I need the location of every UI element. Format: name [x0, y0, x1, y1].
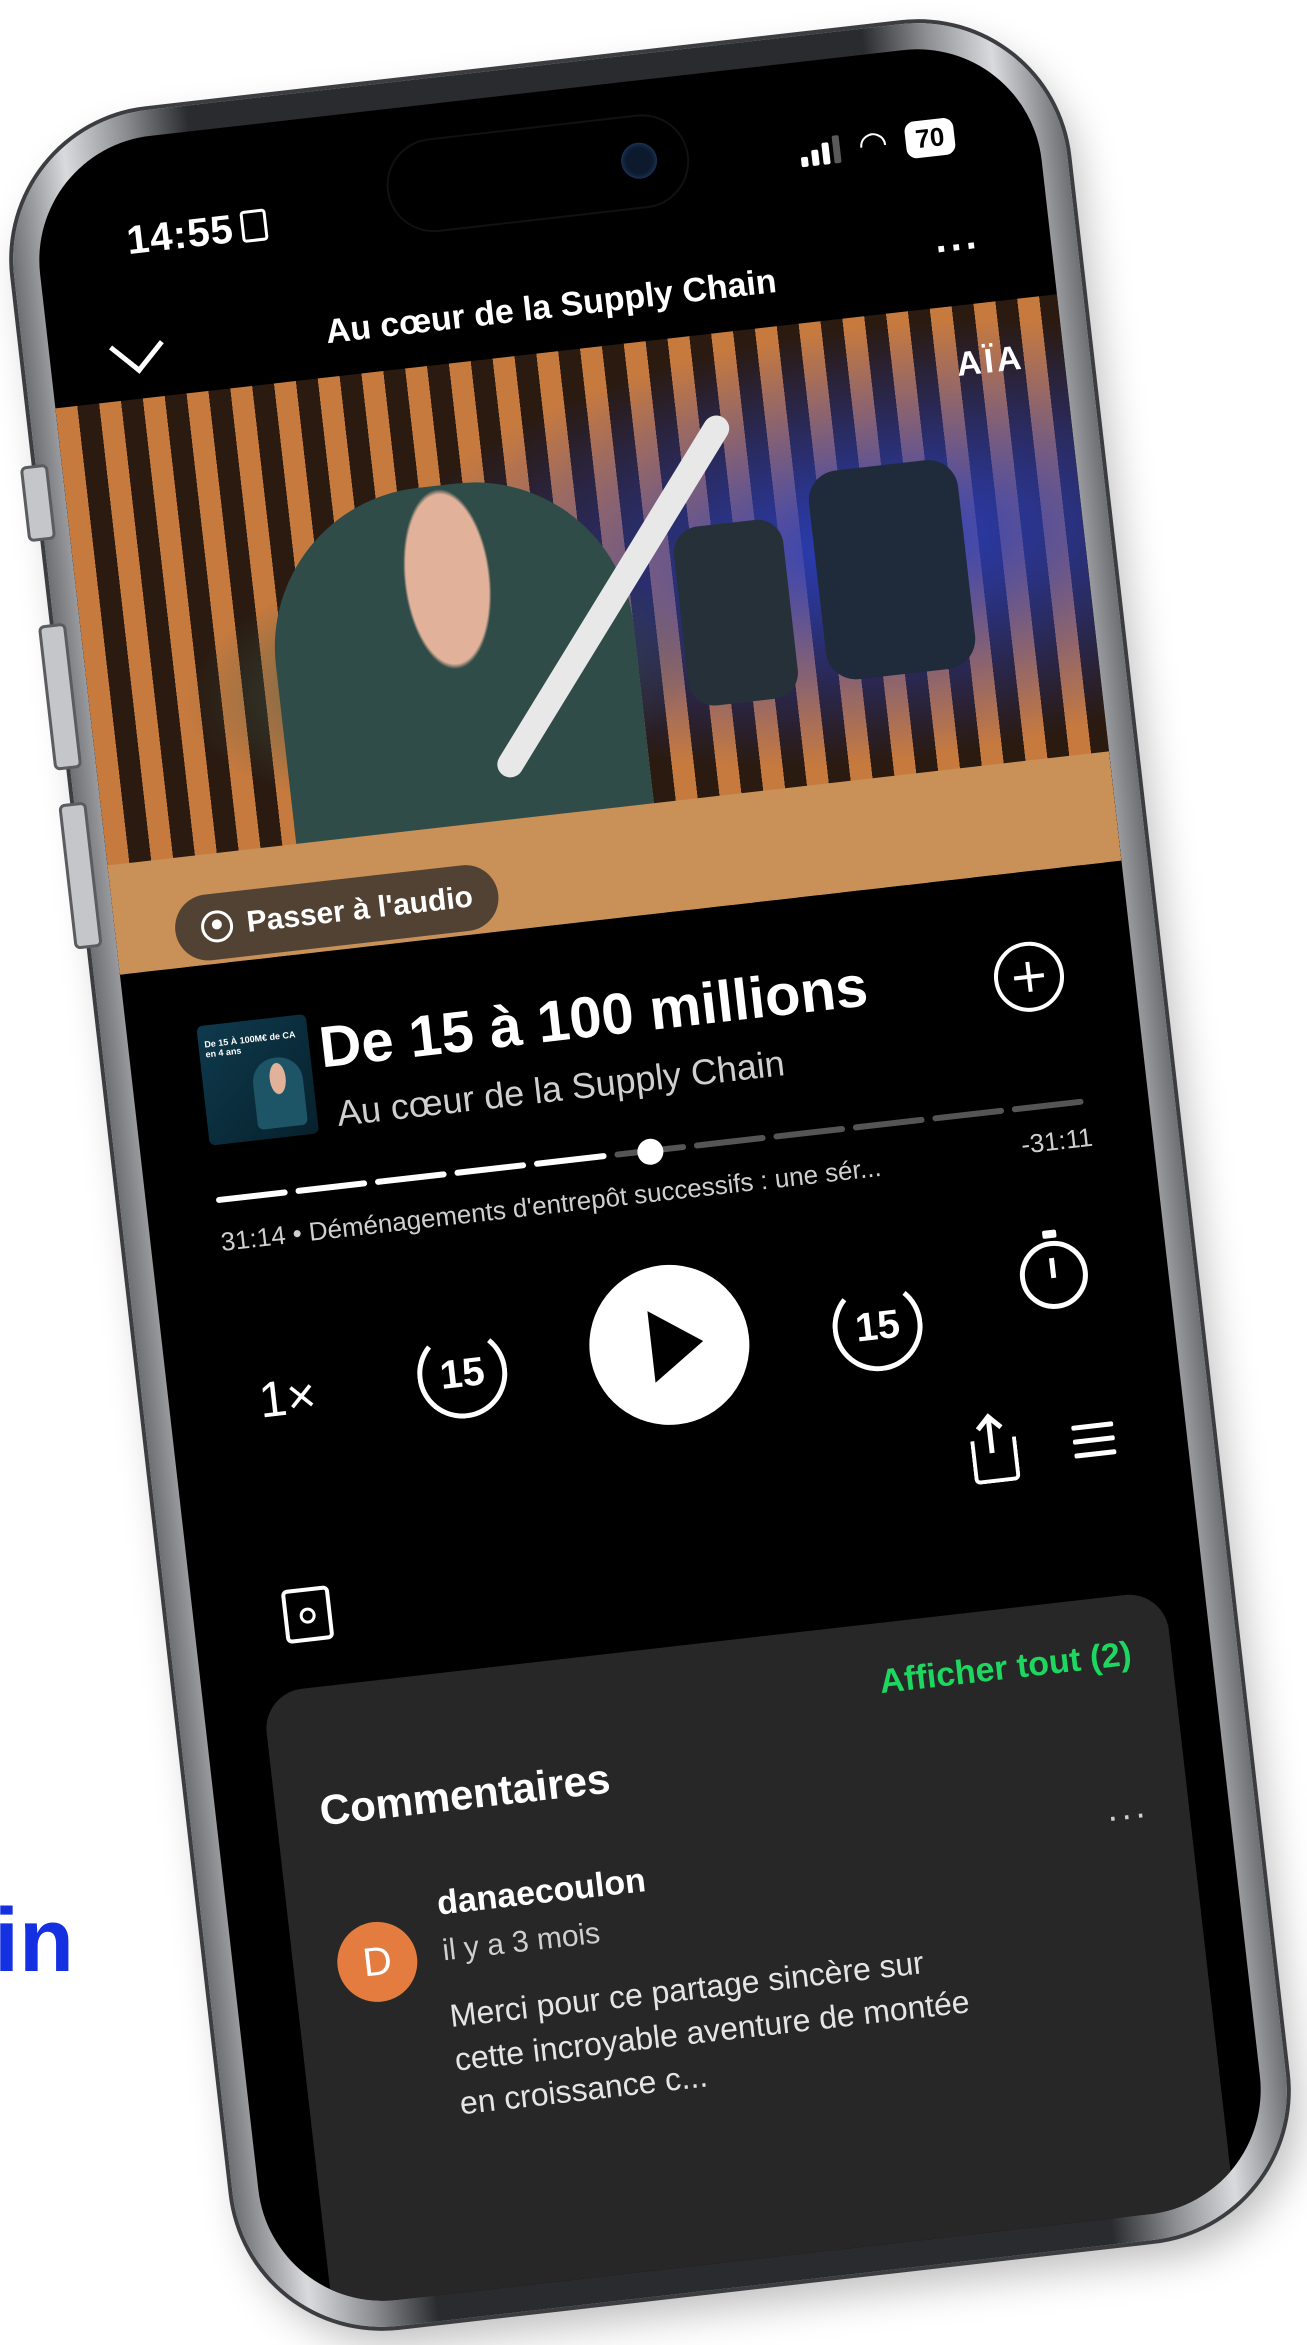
remaining-time: -31:11	[1019, 1121, 1095, 1160]
add-plus-icon[interactable]	[990, 938, 1068, 1016]
cover-text: De 15 À 100M€ de CA en 4 ans	[203, 1029, 296, 1060]
status-icons: ◠ 70	[798, 115, 957, 172]
share-icon[interactable]	[970, 1436, 1021, 1486]
progress-knob[interactable]	[635, 1137, 665, 1167]
comments-card: Afficher tout (2) Commentaires ... D dan…	[262, 1590, 1244, 2315]
progress-segment	[454, 1161, 527, 1177]
sim-icon	[239, 208, 270, 244]
speed-button[interactable]: 1×	[256, 1365, 319, 1429]
episode-title[interactable]: De 15 à 100 millions d'euros	[316, 951, 880, 1081]
show-all-comments-link[interactable]: Afficher tout (2)	[878, 1635, 1134, 1702]
comments-title: Commentaires	[317, 1754, 613, 1835]
progress-segment	[693, 1134, 766, 1149]
phone-mockup: 14:55 ◠ 70 Au cœur de la Supply Chain ..…	[0, 7, 1303, 2343]
queue-icon[interactable]	[1071, 1421, 1118, 1471]
background-caption: in	[0, 1891, 74, 1991]
backpack-image	[671, 517, 801, 709]
progress-segment	[374, 1171, 448, 1186]
video-player[interactable]: AÏA	[55, 294, 1122, 975]
comment-more-icon[interactable]: ...	[1104, 1784, 1151, 1830]
connect-device-icon[interactable]	[280, 1585, 335, 1645]
switch-to-audio-label: Passer à l'audio	[244, 880, 475, 939]
battery-icon: 70	[903, 116, 957, 159]
cover-face	[250, 1054, 309, 1131]
backpack-image	[805, 456, 979, 683]
progress-segment	[295, 1180, 368, 1195]
avatar[interactable]: D	[333, 1917, 422, 2007]
comment-user[interactable]: danaecoulon	[435, 1861, 648, 1923]
skip-forward-label: 15	[852, 1301, 903, 1351]
brand-logo: AÏA	[954, 338, 1027, 384]
wifi-icon: ◠	[856, 123, 890, 165]
more-options-icon[interactable]: ...	[932, 213, 982, 263]
progress-segment	[852, 1116, 925, 1131]
episode-cover[interactable]: De 15 À 100M€ de CA en 4 ans	[196, 1013, 320, 1146]
progress-segment	[1011, 1098, 1085, 1113]
podcast-icon	[199, 908, 235, 945]
progress-segment	[932, 1107, 1005, 1122]
dynamic-island	[381, 109, 695, 238]
comment-text[interactable]: Merci pour ce partage sincère sur cette …	[447, 1935, 979, 2125]
play-icon[interactable]	[580, 1256, 758, 1434]
skip-back-15-icon[interactable]: 15	[412, 1323, 513, 1424]
comment-time: il y a 3 mois	[440, 1916, 602, 1968]
sleep-timer-icon[interactable]	[1016, 1237, 1092, 1313]
signal-icon	[799, 133, 843, 168]
progress-segment	[215, 1189, 289, 1204]
camera-icon	[619, 140, 660, 181]
skip-back-label: 15	[437, 1348, 487, 1398]
progress-segment	[534, 1152, 607, 1167]
skip-forward-15-icon[interactable]: 15	[827, 1276, 928, 1377]
progress-segment	[772, 1125, 846, 1140]
status-time: 14:55	[124, 203, 270, 264]
